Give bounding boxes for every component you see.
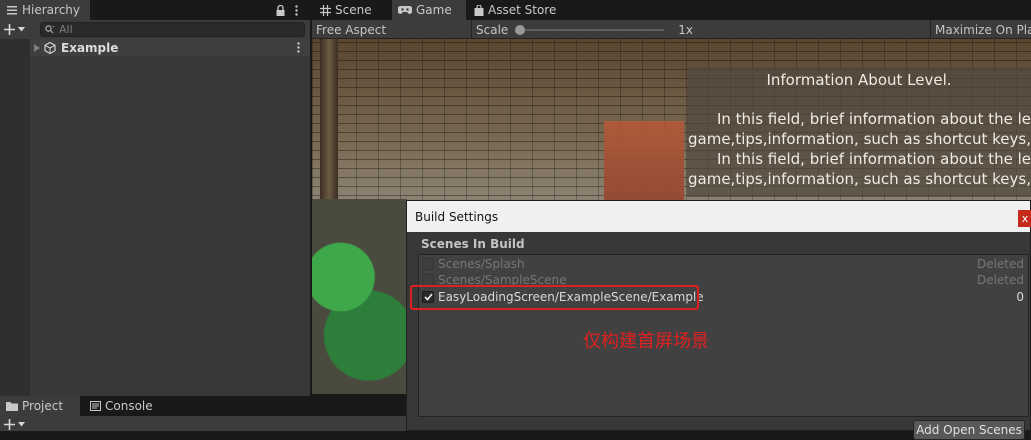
maximize-on-play-toggle[interactable]: Maximize On Play (930, 20, 1031, 39)
close-icon: x (1021, 212, 1029, 225)
tab-game[interactable]: Game (392, 0, 466, 20)
chevron-down-icon (18, 421, 25, 427)
project-toolbar (0, 416, 406, 431)
scene-path: Scenes/Splash (438, 256, 525, 271)
level-info-body: In this field, brief information about t… (687, 109, 1031, 189)
folder-icon (6, 401, 18, 411)
tab-asset-store[interactable]: Asset Store (468, 0, 568, 20)
add-open-scenes-label: Add Open Scenes (916, 423, 1022, 437)
search-placeholder: All (59, 23, 73, 36)
scene-status: Deleted (976, 256, 1024, 271)
scene-status: Deleted (976, 272, 1024, 287)
list-icon (6, 4, 18, 16)
shopping-bag-icon (474, 4, 484, 16)
plus-icon (4, 24, 15, 35)
search-icon (45, 25, 55, 34)
plus-icon (4, 418, 15, 430)
level-info-panel: Information About Level. In this field, … (687, 67, 1031, 197)
hierarchy-tab-tools (276, 3, 306, 17)
scene-checkbox[interactable] (422, 257, 434, 270)
tab-console[interactable]: Console (84, 396, 166, 416)
aspect-dropdown[interactable]: Free Aspect (312, 20, 472, 39)
scenes-in-build-label: Scenes In Build (421, 237, 525, 251)
level-info-title: Information About Level. (766, 71, 952, 89)
tab-hierarchy[interactable]: Hierarchy (0, 0, 90, 20)
add-open-scenes-button[interactable]: Add Open Scenes (913, 420, 1025, 440)
add-button[interactable] (4, 22, 32, 37)
scene-index: 0 (1016, 289, 1024, 304)
unity-scene-icon (44, 41, 56, 54)
more-options-icon[interactable] (297, 42, 300, 53)
project-add-button[interactable] (4, 418, 32, 430)
tab-game-label: Game (416, 3, 452, 17)
scene-row[interactable]: Scenes/Splash Deleted (419, 255, 1028, 272)
scale-slider-track (516, 28, 665, 31)
graffiti-image (312, 199, 407, 394)
scene-checkbox[interactable] (422, 273, 434, 286)
tab-asset-store-label: Asset Store (488, 3, 557, 17)
list-item[interactable]: Example (30, 39, 310, 56)
hierarchy-search[interactable]: All (40, 22, 305, 37)
hierarchy-tree: Example (0, 39, 310, 396)
scenes-list[interactable]: Scenes/Splash Deleted Scenes/SampleScene… (418, 254, 1029, 417)
scale-slider-thumb[interactable] (515, 24, 526, 35)
scale-label: Scale (476, 22, 509, 37)
console-icon (90, 401, 101, 411)
scale-slider[interactable] (515, 24, 665, 36)
scale-control: Scale 1x (476, 20, 926, 39)
scale-value: 1x (678, 22, 694, 37)
hierarchy-root-label: Example (61, 40, 119, 55)
annotation-text: 仅构建首屏场景 (583, 331, 709, 352)
hierarchy-gutter (0, 39, 30, 396)
level-info-line: game,tips,information, such as shortcut … (688, 130, 1031, 148)
more-options-icon[interactable] (295, 4, 298, 16)
build-settings-window: Build Settings x Scenes In Build Scenes/… (406, 200, 1031, 440)
build-settings-titlebar[interactable]: Build Settings (407, 201, 1030, 232)
aspect-label: Free Aspect (316, 22, 387, 37)
lock-icon[interactable] (276, 4, 285, 16)
close-button[interactable]: x (1018, 210, 1031, 227)
level-info-line: game,tips,information, such as shortcut … (688, 170, 1031, 188)
tab-hierarchy-label: Hierarchy (22, 3, 81, 17)
expand-arrow-icon[interactable] (34, 43, 40, 52)
gamepad-icon (398, 5, 412, 15)
tab-project-label: Project (22, 399, 64, 413)
tab-scene[interactable]: Scene (314, 0, 392, 20)
chevron-down-icon (18, 27, 25, 32)
level-info-line: In this field, brief information about t… (716, 150, 1031, 168)
build-settings-title: Build Settings (415, 209, 499, 224)
tab-console-label: Console (105, 399, 153, 413)
tab-project[interactable]: Project (0, 396, 80, 416)
highlight-box (410, 285, 699, 310)
maximize-on-play-label: Maximize On Play (935, 22, 1031, 37)
grid-icon (320, 4, 331, 16)
level-info-line: In this field, brief information about t… (716, 110, 1031, 128)
tab-scene-label: Scene (335, 3, 372, 17)
left-pipe-image (320, 39, 338, 199)
